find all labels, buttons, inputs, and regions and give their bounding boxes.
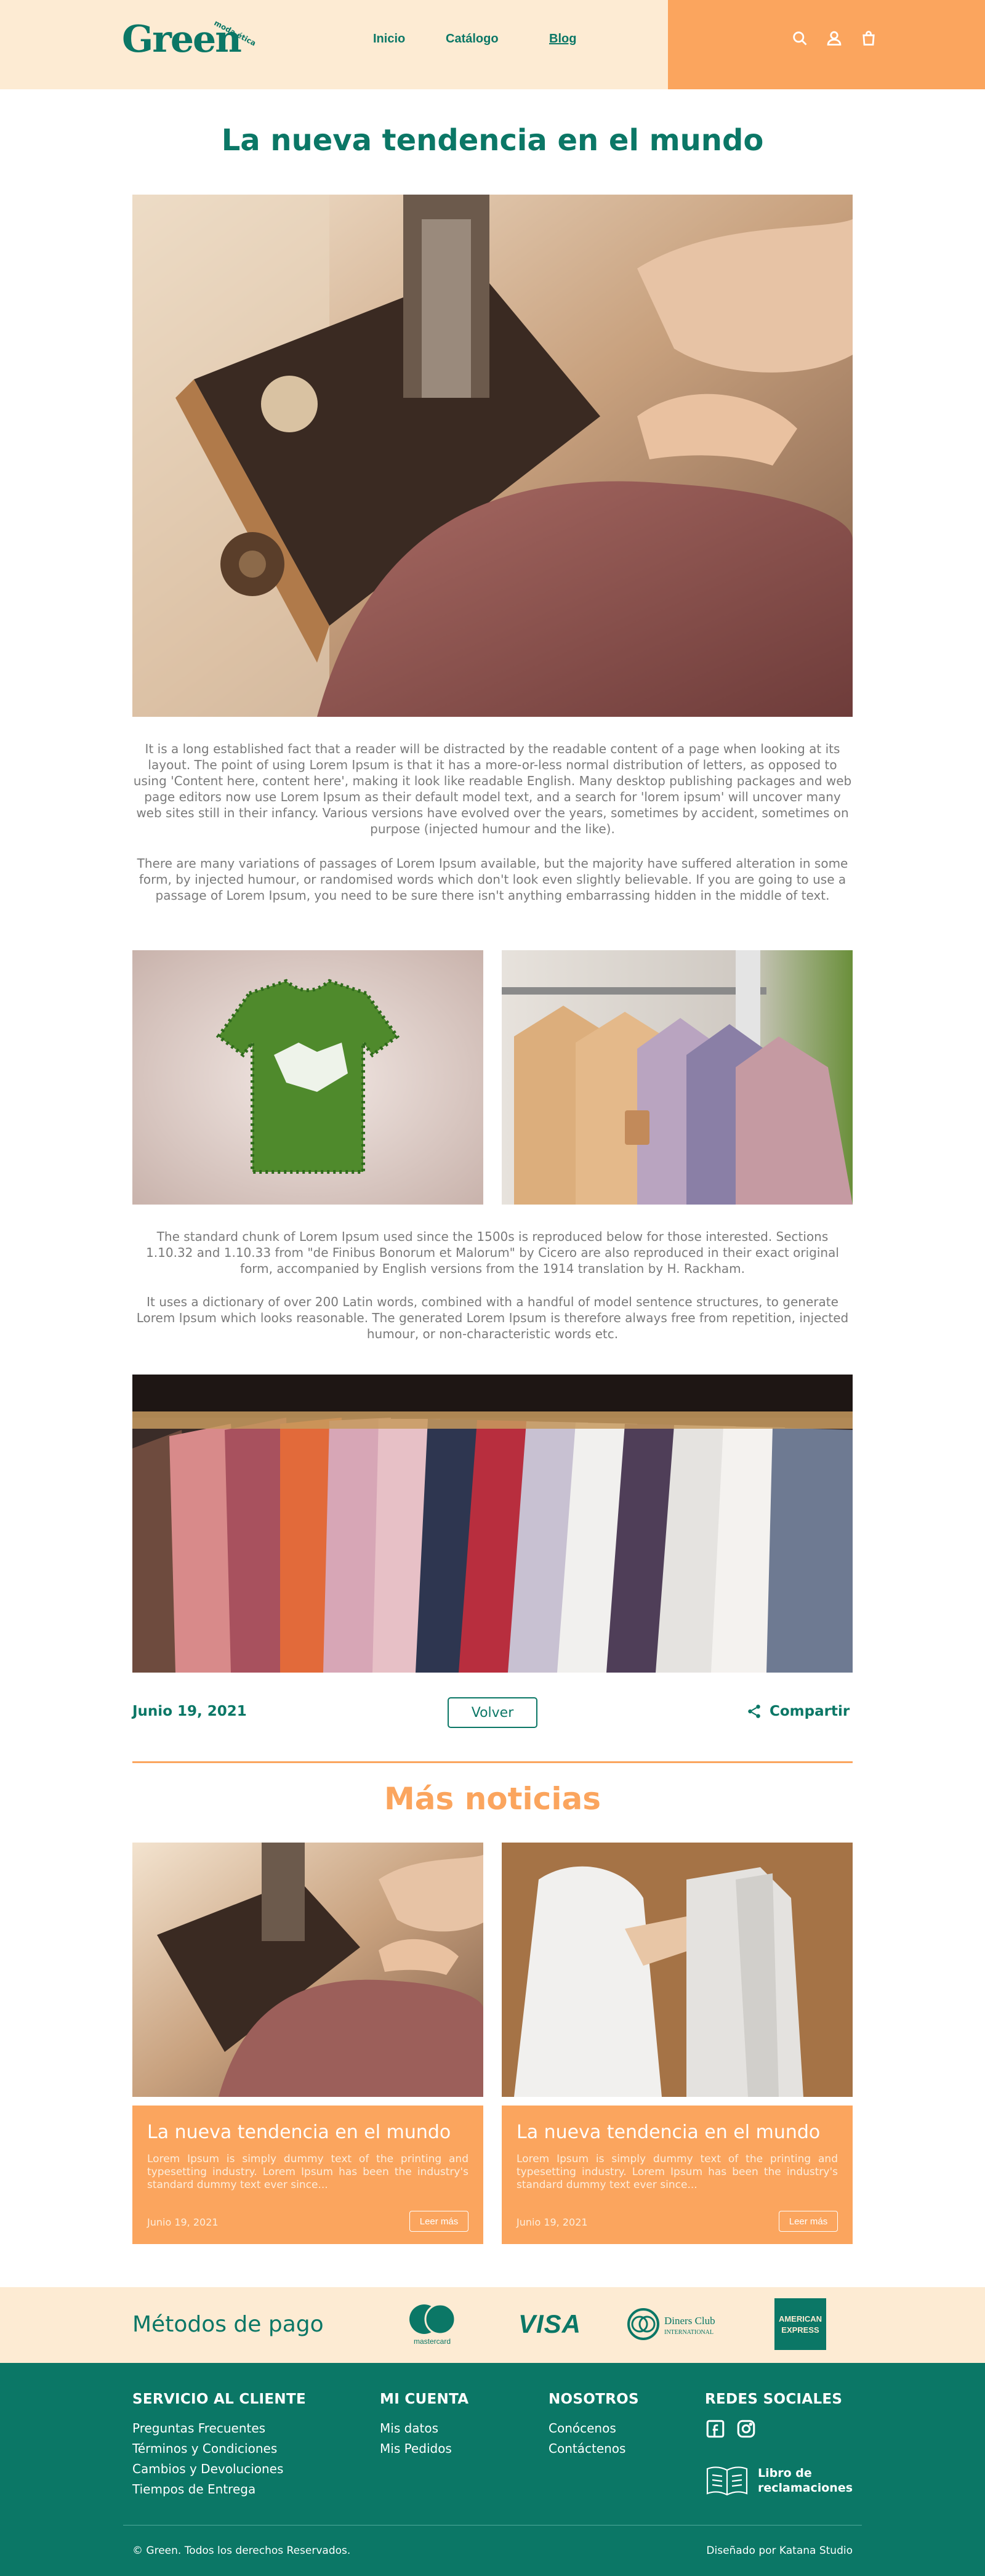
amex-logo: AMERICAN EXPRESS (774, 2298, 826, 2350)
article-date: Junio 19, 2021 (132, 1703, 247, 1719)
news-card-1-image[interactable] (132, 1843, 483, 2097)
news-card-1-body: La nueva tendencia en el mundo Lorem Ips… (132, 2106, 483, 2244)
news-card-2-read-more-button[interactable]: Leer más (779, 2211, 838, 2232)
footer-link-my-orders[interactable]: Mis Pedidos (380, 2439, 468, 2459)
complaints-book-label: Libro de reclamaciones (758, 2466, 853, 2495)
cart-icon[interactable] (860, 30, 878, 48)
footer-link-returns[interactable]: Cambios y Devoluciones (132, 2459, 306, 2479)
footer-customer-service: SERVICIO AL CLIENTE Preguntas Frecuentes… (132, 2391, 306, 2500)
footer-link-terms[interactable]: Términos y Condiciones (132, 2439, 306, 2459)
mastercard-text: mastercard (414, 2337, 451, 2346)
mastercard-logo: mastercard (404, 2298, 460, 2350)
copyright-text: © Green. Todos los derechos Reservados. (132, 2545, 351, 2557)
visa-text: VISA (518, 2309, 582, 2338)
footer-about: NOSOTROS Conócenos Contáctenos (549, 2391, 639, 2459)
article-title: La nueva tendencia en el mundo (221, 123, 764, 158)
share-button[interactable]: Compartir (746, 1703, 850, 1719)
news-card-2-title[interactable]: La nueva tendencia en el mundo (517, 2122, 838, 2143)
article-paragraph-2: There are many variations of passages of… (137, 856, 848, 903)
payment-methods-label: Métodos de pago (132, 2312, 324, 2337)
share-icon (748, 1705, 760, 1718)
site-footer: SERVICIO AL CLIENTE Preguntas Frecuentes… (0, 2363, 985, 2576)
news-card-1-text: Lorem Ipsum is simply dummy text of the … (147, 2153, 468, 2191)
footer-link-contact[interactable]: Contáctenos (549, 2439, 639, 2459)
footer-divider (123, 2525, 862, 2526)
header-left-panel: Green moda ética Inicio Catálogo Blog (0, 0, 668, 89)
header-right-panel (668, 0, 985, 89)
more-news-title: Más noticias (384, 1781, 601, 1817)
footer-account: MI CUENTA Mis datos Mis Pedidos (380, 2391, 468, 2459)
clothing-rack-image (132, 1375, 853, 1673)
hero-sewing-image (132, 195, 853, 717)
article-paragraph-1: It is a long established fact that a rea… (133, 741, 852, 836)
diners-club-logo: Diners Club INTERNATIONAL (626, 2298, 731, 2350)
amex-text-2: EXPRESS (781, 2325, 819, 2335)
article-paragraph-3: The standard chunk of Lorem Ipsum used s… (146, 1229, 839, 1276)
amex-text-1: AMERICAN (779, 2314, 822, 2324)
social-icons (705, 2418, 856, 2439)
nav-catalogo[interactable]: Catálogo (446, 32, 499, 46)
payment-methods-bar: Métodos de pago mastercard VISA Diners C… (0, 2287, 985, 2363)
footer-link-my-data[interactable]: Mis datos (380, 2418, 468, 2439)
footer-link-faq[interactable]: Preguntas Frecuentes (132, 2418, 306, 2439)
header-icons (791, 30, 878, 48)
visa-logo: VISA (516, 2298, 584, 2350)
article-paragraph-4: It uses a dictionary of over 200 Latin w… (136, 1294, 849, 1341)
diners-text-2: INTERNATIONAL (664, 2329, 714, 2336)
search-icon[interactable] (791, 30, 810, 48)
user-icon[interactable] (826, 30, 844, 48)
news-card-2-image[interactable] (502, 1843, 853, 2097)
facebook-icon[interactable] (705, 2418, 726, 2439)
footer-link-about-us[interactable]: Conócenos (549, 2418, 639, 2439)
news-card-1-read-more-button[interactable]: Leer más (409, 2211, 468, 2232)
news-card-1-date: Junio 19, 2021 (147, 2216, 219, 2228)
instagram-icon[interactable] (736, 2418, 757, 2439)
footer-account-title: MI CUENTA (380, 2391, 469, 2407)
book-icon (706, 2466, 748, 2496)
diners-text-1: Diners Club (664, 2315, 715, 2327)
nav-inicio[interactable]: Inicio (373, 32, 405, 46)
footer-social-title: REDES SOCIALES (705, 2391, 843, 2407)
footer-service-title: SERVICIO AL CLIENTE (132, 2391, 306, 2407)
nav-blog[interactable]: Blog (549, 32, 576, 46)
news-card-2-body: La nueva tendencia en el mundo Lorem Ips… (502, 2106, 853, 2244)
footer-about-title: NOSOTROS (549, 2391, 639, 2407)
footer-link-delivery[interactable]: Tiempos de Entrega (132, 2479, 306, 2500)
back-button[interactable]: Volver (448, 1697, 537, 1728)
share-label: Compartir (770, 1703, 850, 1719)
news-card-1-title[interactable]: La nueva tendencia en el mundo (147, 2122, 468, 2143)
site-header: Green moda ética Inicio Catálogo Blog (0, 0, 985, 89)
news-card-2-date: Junio 19, 2021 (517, 2216, 588, 2228)
designer-credit: Diseñado por Katana Studio (706, 2545, 853, 2557)
green-tshirt-image (132, 950, 483, 1205)
news-card-2-text: Lorem Ipsum is simply dummy text of the … (517, 2153, 838, 2191)
footer-social: REDES SOCIALES Libro de reclamaciones (705, 2391, 856, 2497)
hangers-image (502, 950, 853, 1205)
complaints-book-link[interactable]: Libro de reclamaciones (705, 2464, 856, 2497)
section-divider (132, 1761, 853, 1763)
